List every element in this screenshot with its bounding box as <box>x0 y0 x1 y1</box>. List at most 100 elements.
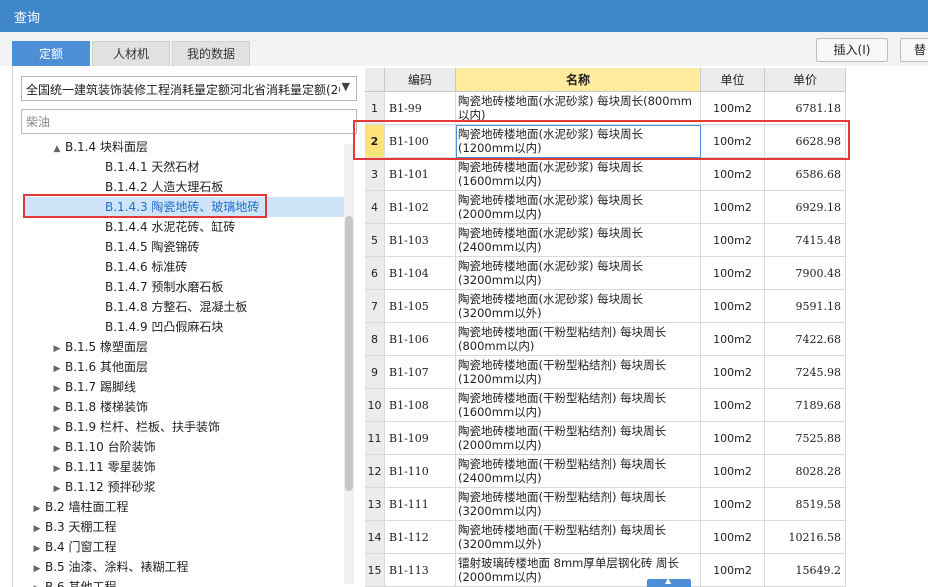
tree-item[interactable]: B.1.4.2 人造大理石板 <box>23 177 349 197</box>
cell-unit[interactable]: 100m2 <box>701 554 765 587</box>
cell-name[interactable]: 陶瓷地砖楼地面(水泥砂浆) 每块周长(3200mm以外) <box>456 290 701 323</box>
cell-price[interactable]: 7415.48 <box>765 224 846 257</box>
cell-price[interactable]: 10216.58 <box>765 521 846 554</box>
tree-item[interactable]: ▶ B.2 墙柱面工程 <box>29 497 129 517</box>
cell-idx[interactable]: 10 <box>365 389 385 422</box>
cell-price[interactable]: 6781.18 <box>765 92 846 125</box>
tree-item[interactable]: ▶ B.1.10 台阶装饰 <box>49 437 156 457</box>
replace-button[interactable]: 替 <box>900 38 928 62</box>
cell-unit[interactable]: 100m2 <box>701 224 765 257</box>
tree-item[interactable]: ▶ B.3 天棚工程 <box>29 517 117 537</box>
cell-price[interactable]: 8519.58 <box>765 488 846 521</box>
cell-name[interactable]: 陶瓷地砖楼地面(干粉型粘结剂) 每块周长(800mm以内) <box>456 323 701 356</box>
tree-scrollbar[interactable] <box>344 144 354 584</box>
tree-item[interactable]: B.1.4.6 标准砖 <box>23 257 349 277</box>
chevron-down-icon[interactable]: ▼ <box>342 80 350 93</box>
tree-item[interactable]: B.1.4.5 陶瓷锦砖 <box>23 237 349 257</box>
cell-idx[interactable]: 6 <box>365 257 385 290</box>
cell-price[interactable]: 7189.68 <box>765 389 846 422</box>
tree-scrollbar-thumb[interactable] <box>345 216 353 491</box>
cell-price[interactable]: 6586.68 <box>765 158 846 191</box>
tree-item[interactable]: ▶ B.1.7 踢脚线 <box>49 377 136 397</box>
cell-idx[interactable]: 3 <box>365 158 385 191</box>
cell-unit[interactable]: 100m2 <box>701 125 765 158</box>
cell-code[interactable]: B1-105 <box>385 290 456 323</box>
library-select[interactable]: 全国统一建筑装饰装修工程消耗量定额河北省消耗量定额(2012) ▼ <box>21 76 357 101</box>
grid-scroll-handle[interactable]: ▲ <box>647 576 691 587</box>
tree-item[interactable]: ▶ B.1.5 橡塑面层 <box>49 337 148 357</box>
collapsed-triangle-icon[interactable]: ▶ <box>29 519 45 539</box>
tree-item[interactable]: B.1.4.1 天然石材 <box>23 157 349 177</box>
cell-name[interactable]: 陶瓷地砖楼地面(水泥砂浆) 每块周长(2400mm以内) <box>456 224 701 257</box>
cell-price[interactable]: 7422.68 <box>765 323 846 356</box>
cell-idx[interactable]: 1 <box>365 92 385 125</box>
cell-unit[interactable]: 100m2 <box>701 455 765 488</box>
cell-idx[interactable]: 15 <box>365 554 385 587</box>
tree-item[interactable]: B.1.4.3 陶瓷地砖、玻璃地砖 <box>23 197 349 217</box>
cell-idx[interactable]: 12 <box>365 455 385 488</box>
tree-item[interactable]: ▲ B.1.4 块料面层 <box>49 137 148 157</box>
collapsed-triangle-icon[interactable]: ▶ <box>29 579 45 587</box>
cell-price[interactable]: 6929.18 <box>765 191 846 224</box>
tab-quota[interactable]: 定额 <box>12 41 90 66</box>
cell-name[interactable]: 陶瓷地砖楼地面(水泥砂浆) 每块周长(3200mm以内) <box>456 257 701 290</box>
cell-code[interactable]: B1-99 <box>385 92 456 125</box>
cell-code[interactable]: B1-110 <box>385 455 456 488</box>
table-row[interactable]: 5 B1-103 陶瓷地砖楼地面(水泥砂浆) 每块周长(2400mm以内) 100m2… <box>365 224 846 257</box>
cell-price[interactable]: 8028.28 <box>765 455 846 488</box>
tree-item[interactable]: ▶ B.1.9 栏杆、栏板、扶手装饰 <box>49 417 220 437</box>
cell-idx[interactable]: 14 <box>365 521 385 554</box>
cell-name[interactable]: 陶瓷地砖楼地面(干粉型粘结剂) 每块周长(3200mm以内) <box>456 488 701 521</box>
cell-unit[interactable]: 100m2 <box>701 158 765 191</box>
cell-idx[interactable]: 11 <box>365 422 385 455</box>
header-code[interactable]: 编码 <box>385 68 456 92</box>
cell-code[interactable]: B1-102 <box>385 191 456 224</box>
collapsed-triangle-icon[interactable]: ▶ <box>49 419 65 439</box>
collapsed-triangle-icon[interactable]: ▶ <box>49 459 65 479</box>
table-row[interactable]: 12 B1-110 陶瓷地砖楼地面(干粉型粘结剂) 每块周长(2400mm以内) 10… <box>365 455 846 488</box>
expanded-triangle-icon[interactable]: ▲ <box>49 139 65 159</box>
search-input[interactable] <box>21 109 357 134</box>
tree-item[interactable]: ▶ B.4 门窗工程 <box>29 537 117 557</box>
table-row[interactable]: 3 B1-101 陶瓷地砖楼地面(水泥砂浆) 每块周长(1600mm以内) 100m2… <box>365 158 846 191</box>
cell-unit[interactable]: 100m2 <box>701 290 765 323</box>
cell-name[interactable]: 陶瓷地砖楼地面(干粉型粘结剂) 每块周长(3200mm以外) <box>456 521 701 554</box>
collapsed-triangle-icon[interactable]: ▶ <box>49 479 65 499</box>
collapsed-triangle-icon[interactable]: ▶ <box>49 339 65 359</box>
cell-unit[interactable]: 100m2 <box>701 257 765 290</box>
tree-item[interactable]: ▶ B.1.11 零星装饰 <box>49 457 156 477</box>
header-unit[interactable]: 单位 <box>701 68 765 92</box>
cell-name[interactable]: 陶瓷地砖楼地面(水泥砂浆) 每块周长(1600mm以内) <box>456 158 701 191</box>
cell-unit[interactable]: 100m2 <box>701 389 765 422</box>
cell-code[interactable]: B1-100 <box>385 125 456 158</box>
cell-code[interactable]: B1-107 <box>385 356 456 389</box>
header-price[interactable]: 单价 <box>765 68 846 92</box>
cell-unit[interactable]: 100m2 <box>701 422 765 455</box>
cell-code[interactable]: B1-112 <box>385 521 456 554</box>
cell-price[interactable]: 7245.98 <box>765 356 846 389</box>
cell-price[interactable]: 7525.88 <box>765 422 846 455</box>
table-row[interactable]: 13 B1-111 陶瓷地砖楼地面(干粉型粘结剂) 每块周长(3200mm以内) 10… <box>365 488 846 521</box>
tree-item[interactable]: B.1.4.7 预制水磨石板 <box>23 277 349 297</box>
table-row[interactable]: 10 B1-108 陶瓷地砖楼地面(干粉型粘结剂) 每块周长(1600mm以内) 10… <box>365 389 846 422</box>
cell-idx[interactable]: 4 <box>365 191 385 224</box>
chevron-up-icon[interactable]: ▲ <box>665 576 671 585</box>
cell-name[interactable]: 陶瓷地砖楼地面(干粉型粘结剂) 每块周长(1200mm以内) <box>456 356 701 389</box>
tree-item[interactable]: ▶ B.1.8 楼梯装饰 <box>49 397 148 417</box>
cell-idx[interactable]: 5 <box>365 224 385 257</box>
cell-code[interactable]: B1-106 <box>385 323 456 356</box>
cell-unit[interactable]: 100m2 <box>701 323 765 356</box>
cell-idx[interactable]: 13 <box>365 488 385 521</box>
cell-price[interactable]: 15649.2 <box>765 554 846 587</box>
table-row[interactable]: 6 B1-104 陶瓷地砖楼地面(水泥砂浆) 每块周长(3200mm以内) 100m2… <box>365 257 846 290</box>
cell-price[interactable]: 9591.18 <box>765 290 846 323</box>
collapsed-triangle-icon[interactable]: ▶ <box>49 379 65 399</box>
collapsed-triangle-icon[interactable]: ▶ <box>29 499 45 519</box>
cell-code[interactable]: B1-111 <box>385 488 456 521</box>
tree-item[interactable]: B.1.4.9 凹凸假麻石块 <box>23 317 349 337</box>
table-row[interactable]: 9 B1-107 陶瓷地砖楼地面(干粉型粘结剂) 每块周长(1200mm以内) 100… <box>365 356 846 389</box>
cell-idx[interactable]: 2 <box>365 125 385 158</box>
cell-unit[interactable]: 100m2 <box>701 191 765 224</box>
cell-name[interactable]: 陶瓷地砖楼地面(干粉型粘结剂) 每块周长(2400mm以内) <box>456 455 701 488</box>
header-name[interactable]: 名称 <box>456 68 701 92</box>
